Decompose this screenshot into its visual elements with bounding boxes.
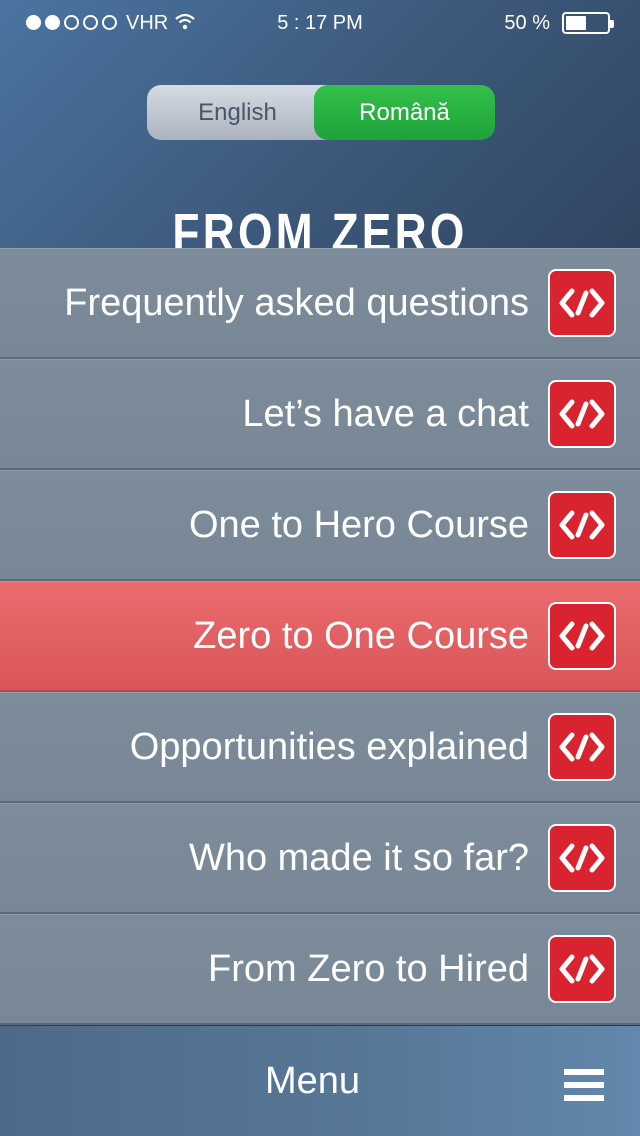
status-bar: VHR 5 : 17 PM 50 % [0, 0, 640, 46]
menu-bar-label: Menu [264, 1059, 361, 1102]
language-option-english[interactable]: English [147, 85, 328, 140]
menu-item-who-made-it[interactable]: Who made it so far? [0, 803, 640, 914]
menu-item-zero-to-hired[interactable]: From Zero to Hired [0, 914, 640, 1025]
menu-item-label: One to Hero Course [188, 503, 529, 546]
language-option-romanian[interactable]: Română [314, 85, 495, 140]
menu-item-label: Opportunities explained [129, 725, 529, 768]
menu-item-label: Zero to One Course [193, 614, 529, 657]
menu-item-label: Let’s have a chat [242, 392, 529, 435]
code-icon [548, 380, 616, 448]
battery-icon [562, 12, 614, 34]
menu-item-one-to-hero[interactable]: One to Hero Course [0, 470, 640, 581]
menu-item-label: Frequently asked questions [64, 281, 529, 324]
menu-item-chat[interactable]: Let’s have a chat [0, 359, 640, 470]
bottom-menu-bar[interactable]: Menu [0, 1026, 640, 1136]
code-icon [548, 713, 616, 781]
menu-item-zero-to-one[interactable]: Zero to One Course [0, 581, 640, 692]
code-icon [548, 491, 616, 559]
menu-item-label: Who made it so far? [188, 836, 529, 879]
language-toggle[interactable]: English Română [147, 85, 495, 140]
hamburger-icon[interactable] [564, 1069, 604, 1103]
battery-percentage: 50 % [504, 12, 550, 34]
code-icon [548, 269, 616, 337]
menu-list: Frequently asked questions Let’s have a … [0, 248, 640, 1025]
code-icon [548, 824, 616, 892]
code-icon [548, 935, 616, 1003]
hero-title: FROM ZERO [172, 203, 468, 248]
code-icon [548, 602, 616, 670]
menu-item-label: From Zero to Hired [208, 947, 529, 990]
menu-item-faq[interactable]: Frequently asked questions [0, 248, 640, 359]
menu-item-opportunities[interactable]: Opportunities explained [0, 692, 640, 803]
